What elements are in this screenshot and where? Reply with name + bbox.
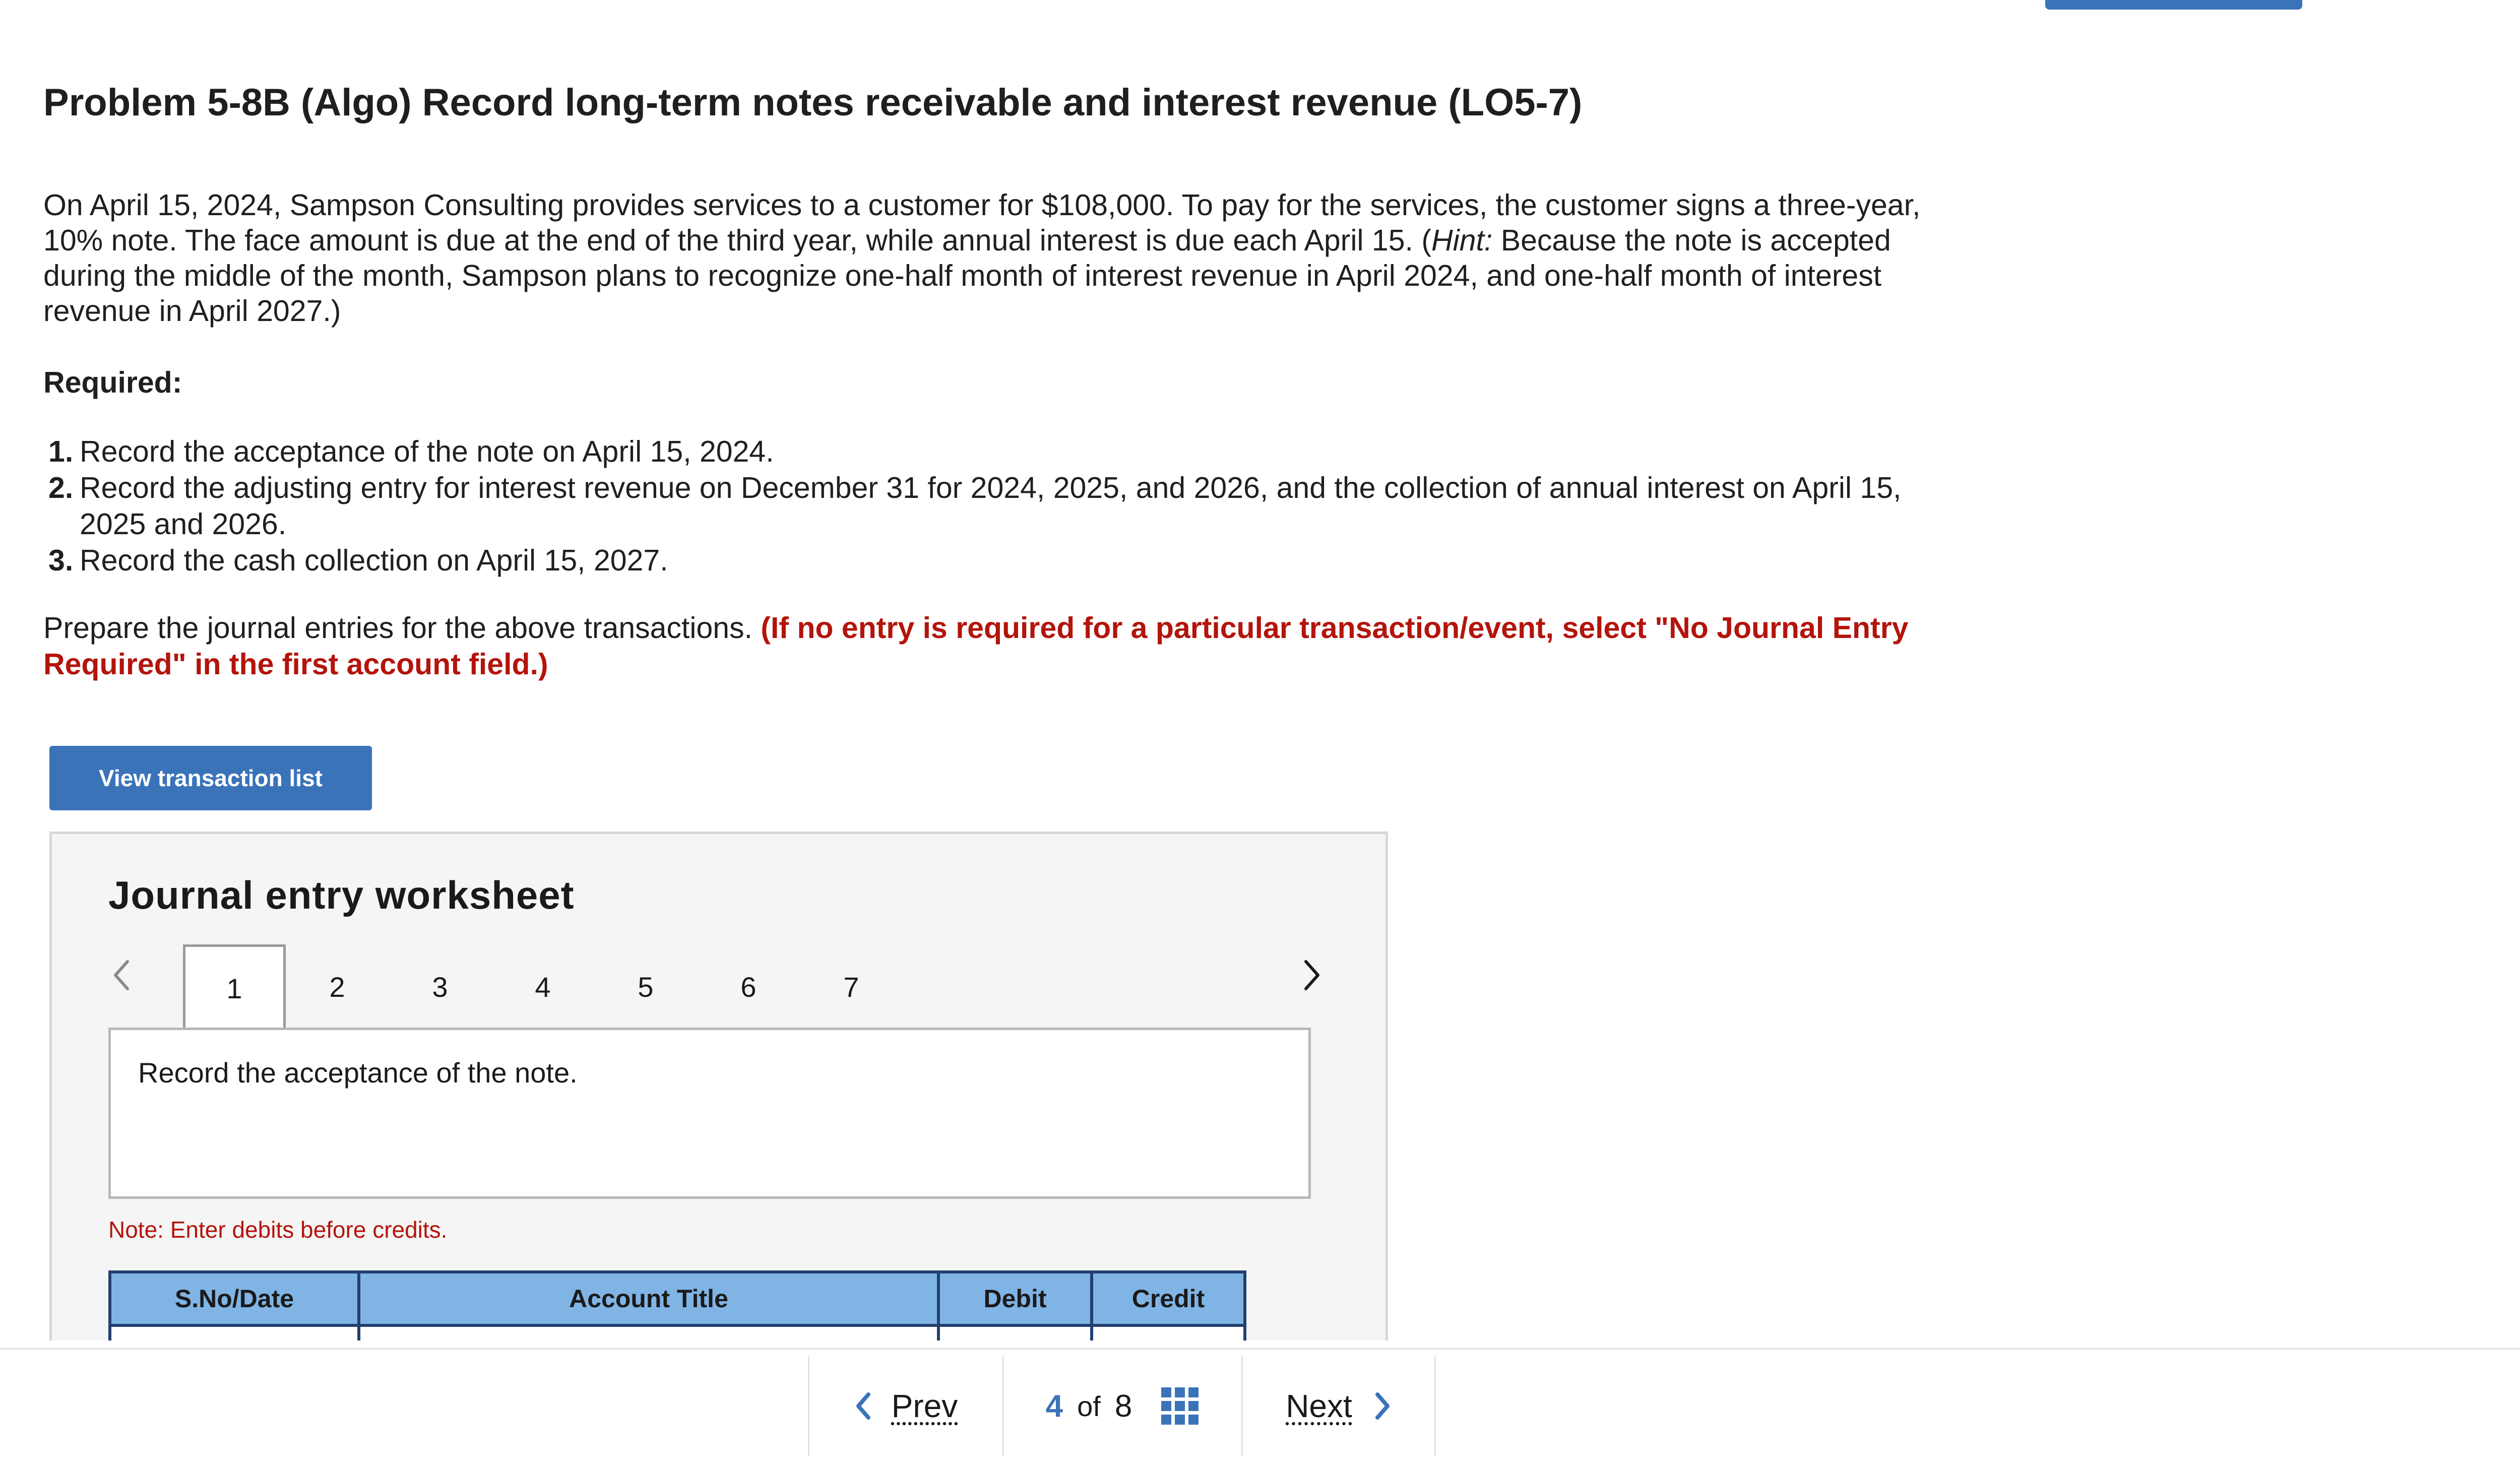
column-header-debit: Debit: [937, 1270, 1093, 1327]
requirement-text: Record the adjusting entry for interest …: [80, 471, 1902, 541]
worksheet-tabs: 1 2 3 4 5 6 7: [183, 944, 903, 1030]
account-title-cell[interactable]: [357, 1325, 940, 1341]
worksheet-instruction: Record the acceptance of the note.: [138, 1057, 578, 1089]
journal-table: S.No/Date Account Title Debit Credit: [108, 1270, 1246, 1341]
prev-button[interactable]: Prev: [808, 1356, 1002, 1456]
problem-description: On April 15, 2024, Sampson Consulting pr…: [43, 187, 1948, 329]
requirement-number: 1.: [48, 435, 74, 468]
table-row: [108, 1325, 1246, 1341]
tab-3[interactable]: 3: [389, 946, 491, 1028]
column-header-account-title: Account Title: [357, 1270, 940, 1327]
debit-cell[interactable]: [937, 1325, 1093, 1341]
tab-5[interactable]: 5: [594, 946, 697, 1028]
chevron-right-icon[interactable]: [1297, 955, 1327, 995]
problem-title: Problem 5-8B (Algo) Record long-term not…: [43, 81, 1583, 124]
chevron-right-icon: [1375, 1392, 1390, 1420]
footer-divider: [0, 1348, 2520, 1350]
chevron-left-icon: [856, 1392, 870, 1420]
required-label: Required:: [43, 366, 182, 399]
column-header-credit: Credit: [1090, 1270, 1246, 1327]
current-page: 4: [1045, 1388, 1063, 1424]
debit-credit-note: Note: Enter debits before credits.: [108, 1217, 448, 1243]
total-pages: 8: [1114, 1388, 1132, 1424]
journal-entry-worksheet: Journal entry worksheet 1 2 3 4 5 6 7 Re…: [49, 832, 1388, 1341]
grid-icon[interactable]: [1160, 1386, 1200, 1426]
tab-panel: Record the acceptance of the note.: [108, 1028, 1311, 1199]
requirement-item: 2. Record the adjusting entry for intere…: [43, 470, 1948, 542]
prev-link[interactable]: Prev: [892, 1387, 958, 1425]
tab-4[interactable]: 4: [491, 946, 594, 1028]
table-header-row: S.No/Date Account Title Debit Credit: [108, 1270, 1246, 1327]
tab-6[interactable]: 6: [697, 946, 800, 1028]
column-header-date: S.No/Date: [108, 1270, 360, 1327]
requirement-item: 3. Record the cash collection on April 1…: [43, 542, 1948, 579]
prepare-instructions: Prepare the journal entries for the abov…: [43, 610, 1948, 682]
chevron-left-icon[interactable]: [106, 955, 137, 995]
requirements-list: 1. Record the acceptance of the note on …: [43, 433, 1948, 579]
top-action-button-edge[interactable]: [2045, 0, 2302, 10]
tab-1[interactable]: 1: [183, 944, 286, 1030]
tab-7[interactable]: 7: [800, 946, 903, 1028]
requirement-number: 2.: [48, 471, 74, 504]
next-link[interactable]: Next: [1286, 1387, 1352, 1425]
tab-2[interactable]: 2: [286, 946, 389, 1028]
page-indicator: 4 of 8: [1002, 1356, 1241, 1456]
date-cell[interactable]: [108, 1325, 360, 1341]
credit-cell[interactable]: [1090, 1325, 1246, 1341]
requirement-item: 1. Record the acceptance of the note on …: [43, 433, 1948, 470]
requirement-text: Record the acceptance of the note on Apr…: [80, 435, 774, 468]
next-button[interactable]: Next: [1241, 1356, 1436, 1456]
hint-label: Hint:: [1431, 224, 1493, 257]
prepare-text: Prepare the journal entries for the abov…: [43, 611, 761, 645]
footer-navigation: Prev 4 of 8 Next: [808, 1356, 1436, 1456]
requirement-number: 3.: [48, 544, 74, 577]
requirement-text: Record the cash collection on April 15, …: [80, 544, 668, 577]
page-of-label: of: [1077, 1390, 1101, 1422]
worksheet-title: Journal entry worksheet: [108, 873, 575, 917]
view-transaction-list-button[interactable]: View transaction list: [49, 746, 372, 810]
